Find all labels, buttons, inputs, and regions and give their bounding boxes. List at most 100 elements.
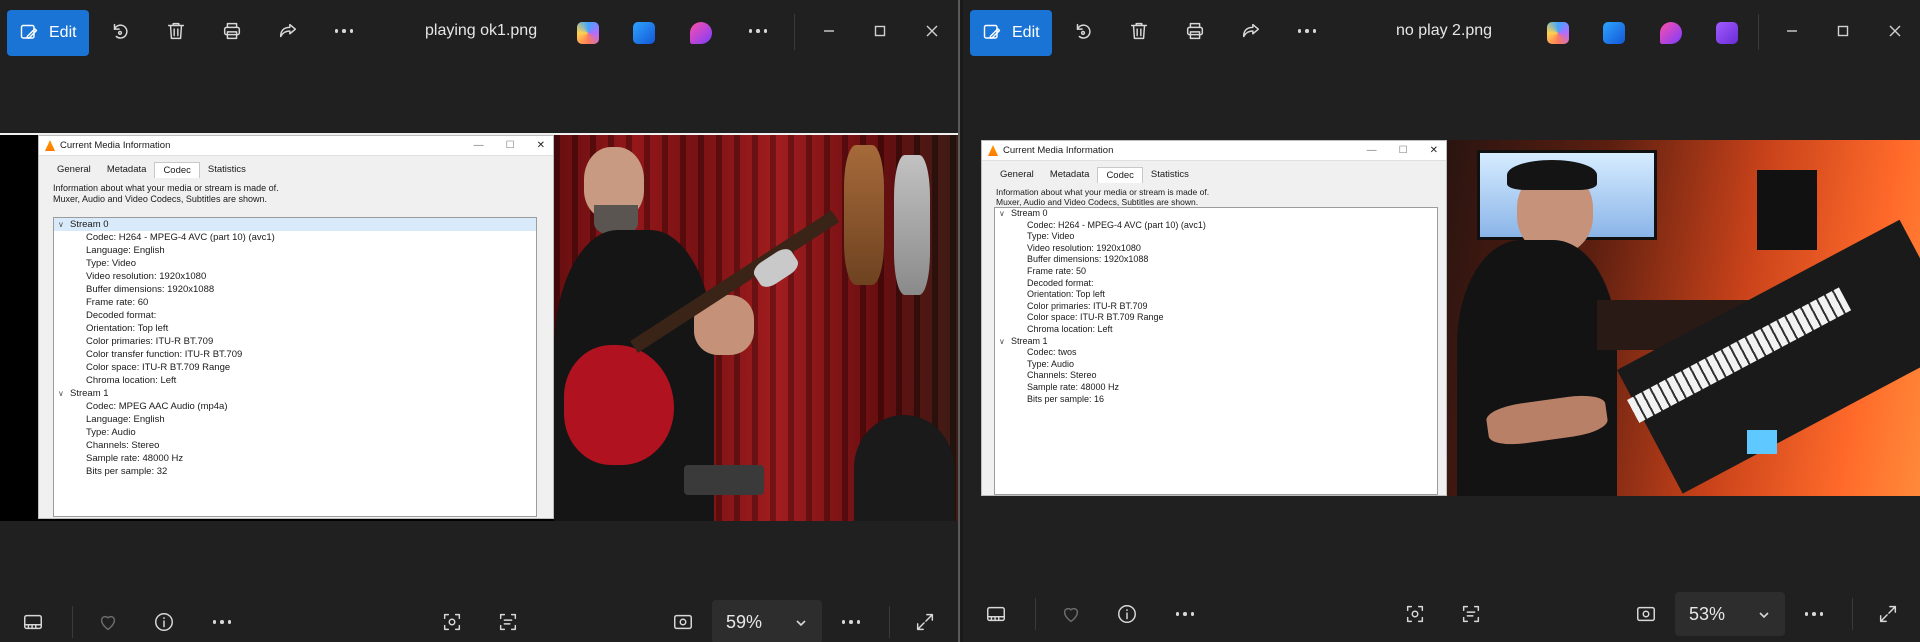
vlc-minimize-icon[interactable]: — (1367, 145, 1377, 156)
tree-row: Video resolution: 1920x1080 (86, 271, 207, 282)
actual-size-icon[interactable] (1631, 599, 1661, 629)
clipchamp-icon[interactable] (1660, 22, 1682, 44)
tree-row: Channels: Stereo (1027, 370, 1097, 381)
zoom-dropdown[interactable]: 59% (712, 600, 822, 642)
tree-row: Decoded format: (86, 310, 157, 321)
print-icon[interactable] (218, 17, 246, 45)
vlc-minimize-icon[interactable]: — (474, 140, 484, 151)
copilot-icon[interactable] (1547, 22, 1569, 44)
tree-stream-1[interactable]: ∨ Stream 1 (995, 336, 1437, 348)
zoom-value: 59% (726, 611, 763, 632)
tab-general[interactable]: General (49, 162, 99, 178)
minimize-icon[interactable] (1778, 17, 1806, 45)
tree-stream-1[interactable]: ∨ Stream 1 (54, 387, 536, 400)
favorite-icon[interactable] (93, 607, 123, 637)
vlc-close-icon[interactable]: ✕ (1430, 145, 1438, 156)
more-icon[interactable] (207, 607, 237, 637)
edit-button[interactable]: Edit (7, 10, 89, 56)
more-icon[interactable] (1170, 599, 1200, 629)
fullscreen-icon[interactable] (1873, 599, 1903, 629)
share-icon[interactable] (274, 17, 302, 45)
vlc-cone-icon (45, 140, 55, 151)
codec-tree[interactable]: ∨ Stream 0 Codec: H264 - MPEG-4 AVC (part… (53, 217, 537, 517)
tree-stream-0[interactable]: ∨ Stream 0 (995, 208, 1437, 220)
more-icon[interactable] (330, 17, 358, 45)
designer-icon[interactable] (633, 22, 655, 44)
fullscreen-icon[interactable] (910, 607, 940, 637)
visual-search-icon[interactable] (437, 607, 467, 637)
vlc-cone-icon (988, 145, 998, 156)
favorite-icon[interactable] (1056, 599, 1086, 629)
more-icon[interactable] (1293, 17, 1321, 45)
text-scan-icon[interactable] (1456, 599, 1486, 629)
chevron-down-icon[interactable]: ∨ (58, 218, 70, 231)
image-view[interactable]: Current Media Information — ☐ ✕ General Me… (0, 133, 958, 521)
tab-codec[interactable]: Codec (1097, 167, 1143, 183)
copilot-icon[interactable] (577, 22, 599, 44)
filmstrip-icon[interactable] (18, 607, 48, 637)
tree-row: Orientation: Top left (86, 323, 169, 334)
tab-codec[interactable]: Codec (154, 162, 200, 178)
tab-metadata[interactable]: Metadata (1042, 167, 1098, 183)
tree-row: Codec: twos (1027, 347, 1077, 358)
vlc-maximize-icon[interactable]: ☐ (1399, 145, 1408, 156)
maximize-icon[interactable] (866, 17, 894, 45)
designer-icon[interactable] (1603, 22, 1625, 44)
codec-tree[interactable]: ∨ Stream 0 Codec: H264 - MPEG-4 AVC (part… (994, 207, 1438, 495)
edit-icon (983, 24, 1001, 39)
tab-general[interactable]: General (992, 167, 1042, 183)
actual-size-icon[interactable] (668, 607, 698, 637)
tab-statistics[interactable]: Statistics (1143, 167, 1197, 183)
chevron-down-icon[interactable]: ∨ (58, 387, 70, 400)
chevron-down-icon[interactable]: ∨ (999, 336, 1011, 348)
tree-row: Sample rate: 48000 Hz (86, 453, 184, 464)
chevron-down-icon[interactable]: ∨ (999, 208, 1011, 220)
delete-icon[interactable] (162, 17, 190, 45)
title-divider (794, 14, 795, 50)
vlc-description-line1: Information about what your media or str… (996, 187, 1210, 197)
tree-row: Frame rate: 60 (86, 297, 149, 308)
close-icon[interactable] (918, 17, 946, 45)
close-icon[interactable] (1881, 17, 1909, 45)
tree-row: Type: Video (1027, 231, 1075, 242)
filmstrip-icon[interactable] (981, 599, 1011, 629)
tree-row: Channels: Stereo (86, 440, 160, 451)
info-icon[interactable] (149, 607, 179, 637)
zoom-dropdown[interactable]: 53% (1675, 592, 1785, 636)
tree-row: Bits per sample: 16 (1027, 393, 1105, 404)
video-editor-icon[interactable] (1716, 22, 1738, 44)
tree-stream-0[interactable]: ∨ Stream 0 (54, 218, 536, 231)
edit-button[interactable]: Edit (970, 10, 1052, 56)
vlc-close-icon[interactable]: ✕ (537, 140, 545, 151)
text-scan-icon[interactable] (493, 607, 523, 637)
minimize-icon[interactable] (815, 17, 843, 45)
photos-window-right: Edit no play 2.png Current Media Informa… (963, 0, 1920, 642)
visual-search-icon[interactable] (1400, 599, 1430, 629)
image-top-edge (0, 133, 958, 135)
tab-statistics[interactable]: Statistics (200, 162, 254, 178)
tree-row: Color primaries: ITU-R BT.709 (86, 336, 214, 347)
rotate-icon[interactable] (1069, 17, 1097, 45)
vlc-description-line2: Muxer, Audio and Video Codecs, Subtitles… (53, 194, 267, 204)
tab-metadata[interactable]: Metadata (99, 162, 155, 178)
info-icon[interactable] (1112, 599, 1142, 629)
vlc-media-info-dialog: Current Media Information — ☐ ✕ General Me… (981, 140, 1447, 496)
maximize-icon[interactable] (1829, 17, 1857, 45)
print-icon[interactable] (1181, 17, 1209, 45)
vlc-maximize-icon[interactable]: ☐ (506, 140, 515, 151)
tree-row: Orientation: Top left (1027, 289, 1105, 300)
zoom-chevron-icon (794, 614, 808, 628)
share-icon[interactable] (1237, 17, 1265, 45)
delete-icon[interactable] (1125, 17, 1153, 45)
photos-window-left: Edit playing ok1.png Current Media Infor… (0, 0, 960, 642)
tree-row: Type: Audio (86, 427, 136, 438)
more-options-icon[interactable] (836, 607, 866, 637)
tree-row: Buffer dimensions: 1920x1088 (1027, 254, 1149, 265)
more-apps-icon[interactable] (744, 17, 772, 45)
image-view[interactable]: Current Media Information — ☐ ✕ General Me… (981, 140, 1920, 496)
tree-row: Codec: H264 - MPEG-4 AVC (part 10) (avc1… (86, 232, 275, 243)
clipchamp-icon[interactable] (690, 22, 712, 44)
tree-row: Type: Video (86, 258, 137, 269)
more-options-icon[interactable] (1799, 599, 1829, 629)
rotate-icon[interactable] (106, 17, 134, 45)
